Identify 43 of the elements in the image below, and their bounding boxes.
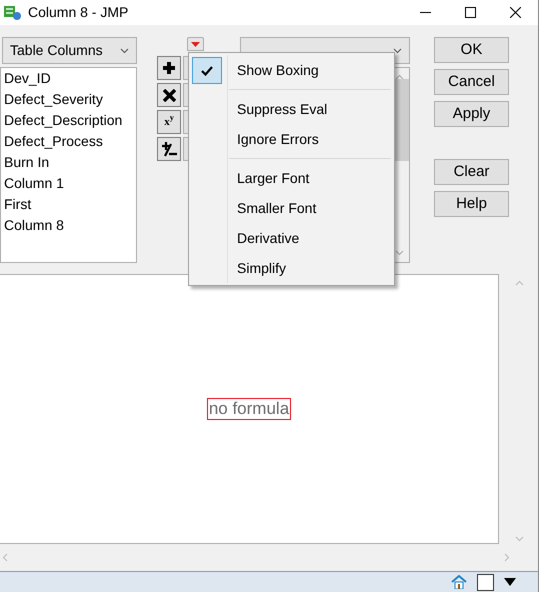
- operator-button[interactable]: [157, 56, 181, 80]
- list-item[interactable]: Column 1: [1, 173, 136, 194]
- menu-item[interactable]: Larger Font: [237, 168, 310, 188]
- list-item[interactable]: Defect_Description: [1, 110, 136, 131]
- operator-button[interactable]: [157, 83, 181, 107]
- home-icon[interactable]: [451, 575, 467, 589]
- plus-minus-icon: [161, 141, 177, 157]
- dropdown-arrow-icon: [191, 42, 200, 46]
- dropdown-arrow-icon[interactable]: [504, 578, 516, 586]
- list-item[interactable]: Defect_Severity: [1, 89, 136, 110]
- menu-item[interactable]: Derivative: [237, 228, 300, 248]
- dialog-button[interactable]: OK: [434, 37, 509, 63]
- list-item[interactable]: First: [1, 194, 136, 215]
- chevron-down-icon: [393, 48, 402, 54]
- chevron-right-icon: [504, 553, 510, 562]
- plus-icon: [162, 61, 176, 75]
- chevron-down-icon: [120, 48, 129, 54]
- dialog-button[interactable]: Help: [434, 191, 509, 217]
- maximize-icon[interactable]: [465, 7, 476, 18]
- columns-dropdown[interactable]: Table Columns: [2, 37, 137, 64]
- list-item[interactable]: Dev_ID: [1, 68, 136, 89]
- dialog-button[interactable]: Clear: [434, 159, 509, 185]
- app-icon: [4, 4, 22, 20]
- menu-item[interactable]: Suppress Eval: [237, 98, 328, 120]
- list-item[interactable]: Defect_Process: [1, 131, 136, 152]
- list-item[interactable]: Column 8: [1, 215, 136, 236]
- close-icon[interactable]: [510, 7, 521, 18]
- menu-button[interactable]: [187, 37, 204, 51]
- dialog-button[interactable]: Cancel: [434, 69, 509, 95]
- window-title: Column 8 - JMP: [28, 3, 128, 22]
- chevron-down-icon: [514, 536, 524, 542]
- list-item[interactable]: Burn In: [1, 152, 136, 173]
- formula-text: no formula: [206, 398, 292, 420]
- operator-button[interactable]: x$^{y}$: [157, 110, 181, 134]
- menu-item[interactable]: Ignore Errors: [237, 128, 319, 150]
- operator-button[interactable]: [157, 137, 181, 161]
- menu-item[interactable]: Show Boxing: [237, 60, 319, 80]
- menu-item[interactable]: Smaller Font: [237, 198, 316, 218]
- multiply-icon: [162, 88, 176, 102]
- color-swatch[interactable]: [477, 574, 494, 590]
- chevron-left-icon: [2, 553, 8, 562]
- dialog-button[interactable]: Apply: [434, 101, 509, 127]
- chevron-up-icon: [514, 280, 524, 286]
